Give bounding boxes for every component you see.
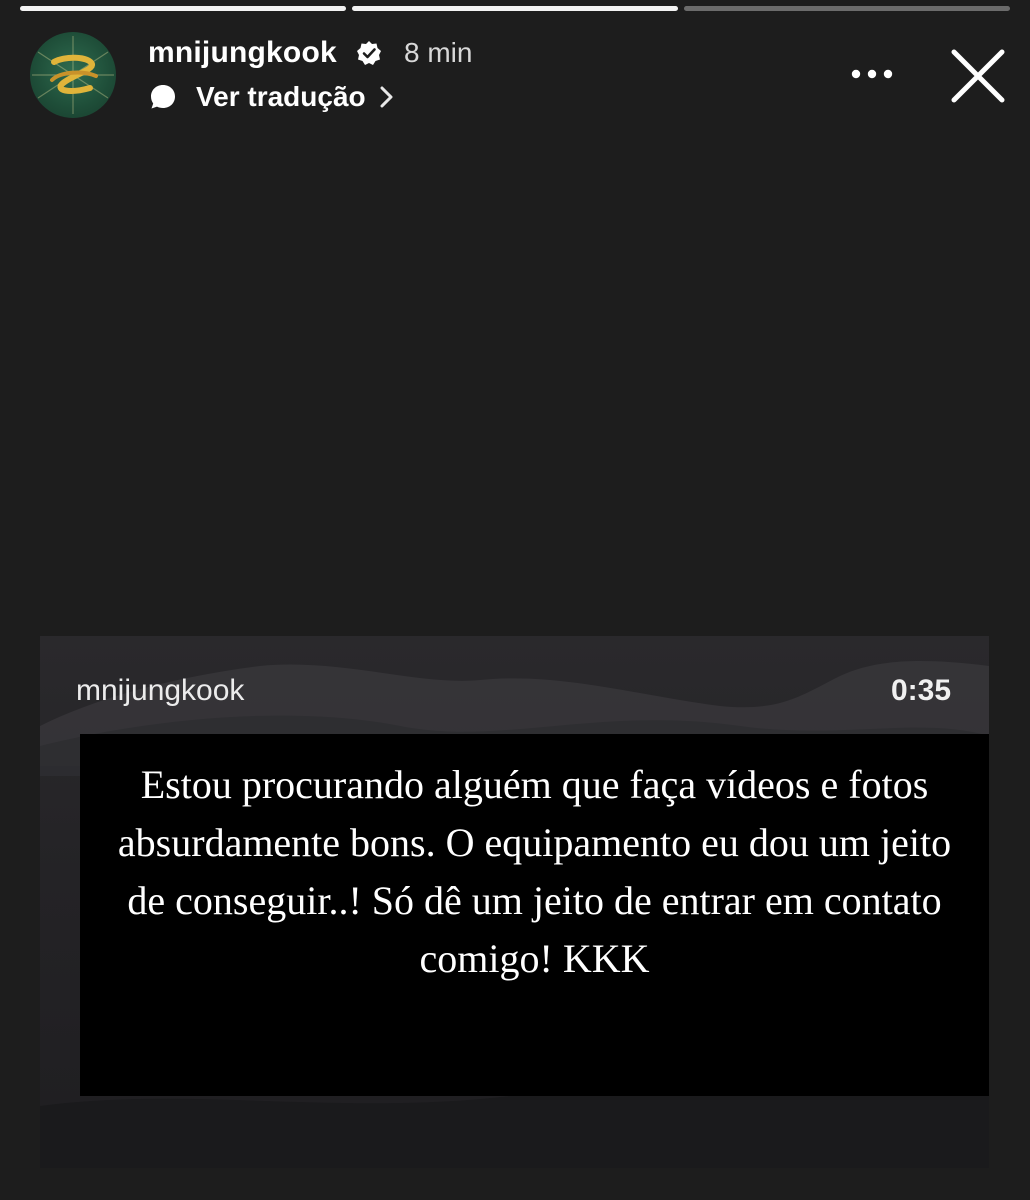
story-time: 8 min bbox=[404, 37, 473, 68]
progress-segment bbox=[20, 6, 346, 11]
more-options-icon[interactable] bbox=[848, 66, 896, 82]
story-progress-bar bbox=[20, 6, 1010, 11]
shared-video-card[interactable]: mnijungkook 0:35 Estou procurando alguém… bbox=[40, 636, 989, 1168]
story-username[interactable]: mnijungkook bbox=[148, 36, 337, 70]
chevron-right-icon bbox=[380, 86, 393, 108]
progress-segment bbox=[352, 6, 678, 11]
caption-box: Estou procurando alguém que faça vídeos … bbox=[80, 734, 989, 1096]
progress-segment bbox=[684, 6, 1010, 11]
avatar[interactable] bbox=[30, 32, 116, 118]
speech-bubble-icon bbox=[151, 85, 175, 109]
close-icon[interactable] bbox=[950, 48, 1006, 104]
card-username: mnijungkook bbox=[76, 674, 245, 707]
caption-text: Estou procurando alguém que faça vídeos … bbox=[117, 762, 952, 981]
video-duration: 0:35 bbox=[890, 674, 951, 707]
translate-link[interactable]: Ver tradução bbox=[148, 80, 396, 114]
verified-badge-icon bbox=[357, 41, 381, 65]
translate-label[interactable]: Ver tradução bbox=[196, 81, 366, 113]
